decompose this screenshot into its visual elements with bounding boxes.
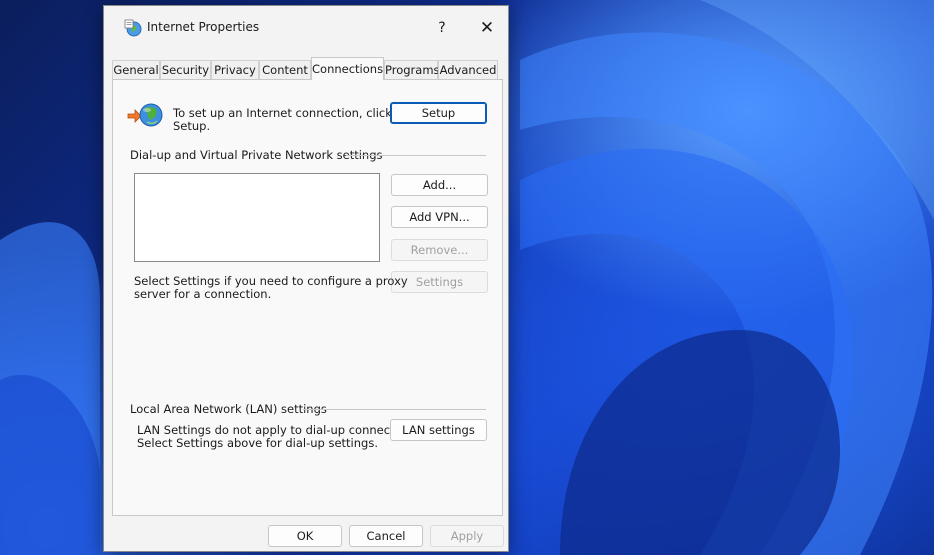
proxy-text-line2: server for a connection. (134, 287, 272, 301)
connections-panel: To set up an Internet connection, click … (112, 79, 503, 516)
title-bar: Internet Properties ? ✕ (104, 6, 508, 50)
remove-button[interactable]: Remove... (391, 239, 488, 261)
internet-properties-dialog: Internet Properties ? ✕ General Security… (103, 5, 509, 552)
tab-strip: General Security Privacy Content Connect… (112, 57, 498, 80)
connections-listbox[interactable] (134, 173, 380, 262)
dialup-vpn-heading: Dial-up and Virtual Private Network sett… (130, 148, 383, 162)
apply-button[interactable]: Apply (430, 525, 504, 547)
help-button[interactable]: ? (428, 16, 456, 40)
lan-text-line2: Select Settings above for dial-up settin… (137, 436, 378, 450)
lan-group-divider (303, 409, 486, 410)
dialup-group-divider (346, 155, 486, 156)
tab-programs[interactable]: Programs (384, 60, 440, 79)
lan-settings-button[interactable]: LAN settings (390, 419, 487, 441)
cancel-button[interactable]: Cancel (349, 525, 423, 547)
tab-advanced[interactable]: Advanced (438, 60, 498, 79)
internet-globe-icon (124, 19, 142, 37)
setup-button[interactable]: Setup (390, 102, 487, 124)
ok-button[interactable]: OK (268, 525, 342, 547)
tab-general[interactable]: General (112, 60, 160, 79)
lan-heading: Local Area Network (LAN) settings (130, 402, 327, 416)
tab-security[interactable]: Security (160, 60, 211, 79)
add-vpn-button[interactable]: Add VPN... (391, 206, 488, 228)
tab-connections[interactable]: Connections (311, 57, 384, 80)
tab-content[interactable]: Content (259, 60, 311, 79)
dialog-title: Internet Properties (147, 20, 260, 34)
close-button[interactable]: ✕ (473, 16, 501, 40)
add-button[interactable]: Add... (391, 174, 488, 196)
tab-privacy[interactable]: Privacy (211, 60, 259, 79)
setup-text-line2: Setup. (173, 119, 211, 133)
internet-connection-icon (127, 103, 163, 127)
